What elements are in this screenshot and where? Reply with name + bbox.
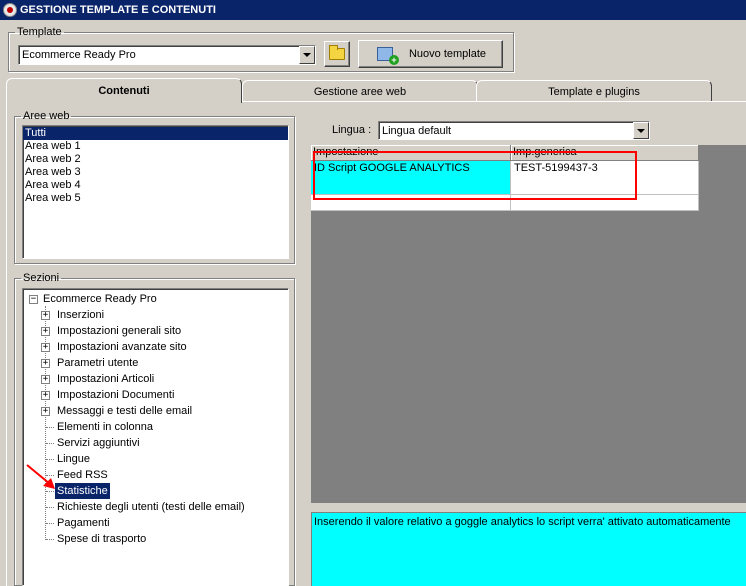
tree-node-root[interactable]: − Ecommerce Ready Pro [23, 291, 288, 307]
list-item[interactable]: Area web 4 [23, 179, 288, 192]
tree-node-lingue[interactable]: Lingue [23, 451, 288, 467]
tree-node-label: Feed RSS [57, 469, 108, 481]
tree-node-label: Servizi aggiuntivi [57, 437, 140, 449]
list-item[interactable]: Area web 2 [23, 153, 288, 166]
tree-node-label: Impostazioni Articoli [57, 373, 155, 385]
tab-gestione-aree-web[interactable]: Gestione aree web [242, 80, 478, 102]
list-item[interactable]: Area web 5 [23, 192, 288, 205]
expand-icon[interactable]: + [41, 359, 50, 368]
column-header-impostazione[interactable]: Impostazione [311, 145, 511, 161]
open-template-button[interactable] [324, 41, 350, 67]
tree-node-inserzioni[interactable]: + Inserzioni [23, 307, 288, 323]
tree-node-servizi-aggiuntivi[interactable]: Servizi aggiuntivi [23, 435, 288, 451]
tree-node-pagamenti[interactable]: Pagamenti [23, 515, 288, 531]
tree-node-label: Impostazioni avanzate sito [57, 341, 187, 353]
tree-node-impostazioni-articoli[interactable]: + Impostazioni Articoli [23, 371, 288, 387]
tree-node-label: Spese di trasporto [57, 533, 147, 545]
chevron-down-icon[interactable] [299, 46, 315, 64]
description-memo[interactable]: Inserendo il valore relativo a goggle an… [311, 512, 746, 586]
settings-grid: Impostazione Imp.generica ID Script GOOG… [311, 145, 699, 211]
expand-icon[interactable]: + [41, 343, 50, 352]
tree-node-parametri-utente[interactable]: + Parametri utente [23, 355, 288, 371]
new-template-button[interactable]: + Nuovo template [358, 40, 503, 68]
tree-node-label: Inserzioni [57, 309, 105, 321]
list-item[interactable]: Area web 3 [23, 166, 288, 179]
tree-node-label: Richieste degli utenti (testi delle emai… [57, 501, 245, 513]
tree-node-spese-trasporto[interactable]: Spese di trasporto [23, 531, 288, 547]
column-header-imp-generica[interactable]: Imp.generica [511, 145, 699, 161]
chevron-down-icon[interactable] [633, 122, 649, 139]
tree-node-impostazioni-generali[interactable]: + Impostazioni generali sito [23, 323, 288, 339]
tree-node-messaggi-email[interactable]: + Messaggi e testi delle email [23, 403, 288, 419]
table-cell-empty[interactable] [511, 195, 699, 211]
expand-icon[interactable]: + [41, 375, 50, 384]
annotation-arrow-icon [26, 464, 55, 489]
tab-strip: Gestione aree web Template e plugins Con… [6, 78, 746, 103]
expand-icon[interactable]: + [41, 311, 50, 320]
list-item[interactable]: Area web 1 [23, 140, 288, 153]
tab-label: Contenuti [98, 85, 150, 97]
collapse-icon[interactable]: − [29, 295, 38, 304]
tree-node-elementi-colonna[interactable]: Elementi in colonna [23, 419, 288, 435]
window-title-bar: GESTIONE TEMPLATE E CONTENUTI [0, 0, 746, 20]
folder-icon [329, 45, 345, 60]
tab-label: Gestione aree web [313, 85, 407, 98]
template-group-legend: Template [17, 26, 62, 38]
tab-label: Template e plugins [548, 85, 640, 98]
sezioni-legend: Sezioni [23, 272, 60, 284]
lingua-select[interactable]: Lingua default [378, 121, 650, 140]
window-title: GESTIONE TEMPLATE E CONTENUTI [20, 4, 216, 16]
tab-contenuti[interactable]: Contenuti [6, 78, 242, 103]
template-select[interactable]: Ecommerce Ready Pro [18, 45, 316, 65]
tree-node-impostazioni-avanzate[interactable]: + Impostazioni avanzate sito [23, 339, 288, 355]
tree-node-label: Lingue [57, 453, 91, 465]
sezioni-tree[interactable]: − Ecommerce Ready Pro + Inserzioni + Imp… [22, 288, 289, 586]
tab-template-e-plugins[interactable]: Template e plugins [476, 80, 712, 102]
tree-node-richieste-utenti[interactable]: Richieste degli utenti (testi delle emai… [23, 499, 288, 515]
tree-node-label: Messaggi e testi delle email [57, 405, 193, 417]
lingua-select-value: Lingua default [382, 124, 452, 137]
table-cell-empty[interactable] [311, 195, 511, 211]
tree-node-label: Impostazioni generali sito [57, 325, 182, 337]
tree-node-label: Impostazioni Documenti [57, 389, 175, 401]
table-cell-valore[interactable]: TEST-5199437-3 [511, 161, 699, 195]
app-icon [3, 3, 17, 17]
tree-node-statistiche[interactable]: Statistiche [23, 483, 288, 499]
tree-node-feed-rss[interactable]: Feed RSS [23, 467, 288, 483]
tree-node-label: Elementi in colonna [57, 421, 154, 433]
settings-grid-area: Impostazione Imp.generica ID Script GOOG… [311, 145, 746, 503]
table-cell-impostazione[interactable]: ID Script GOOGLE ANALYTICS [311, 161, 511, 195]
tree-node-label: Statistiche [55, 483, 110, 499]
aree-web-list[interactable]: Tutti Area web 1 Area web 2 Area web 3 A… [22, 125, 289, 259]
expand-icon[interactable]: + [41, 407, 50, 416]
expand-icon[interactable]: + [41, 327, 50, 336]
lingua-label: Lingua : [332, 124, 372, 136]
new-template-label: Nuovo template [408, 48, 487, 60]
expand-icon[interactable]: + [41, 391, 50, 400]
template-select-value: Ecommerce Ready Pro [22, 49, 136, 61]
tree-node-label: Ecommerce Ready Pro [43, 293, 157, 305]
tree-node-label: Parametri utente [57, 357, 139, 369]
tree-node-label: Pagamenti [57, 517, 110, 529]
aree-web-legend: Aree web [23, 110, 70, 122]
new-template-icon: + [375, 43, 399, 65]
tree-node-impostazioni-documenti[interactable]: + Impostazioni Documenti [23, 387, 288, 403]
list-item[interactable]: Tutti [23, 127, 288, 140]
